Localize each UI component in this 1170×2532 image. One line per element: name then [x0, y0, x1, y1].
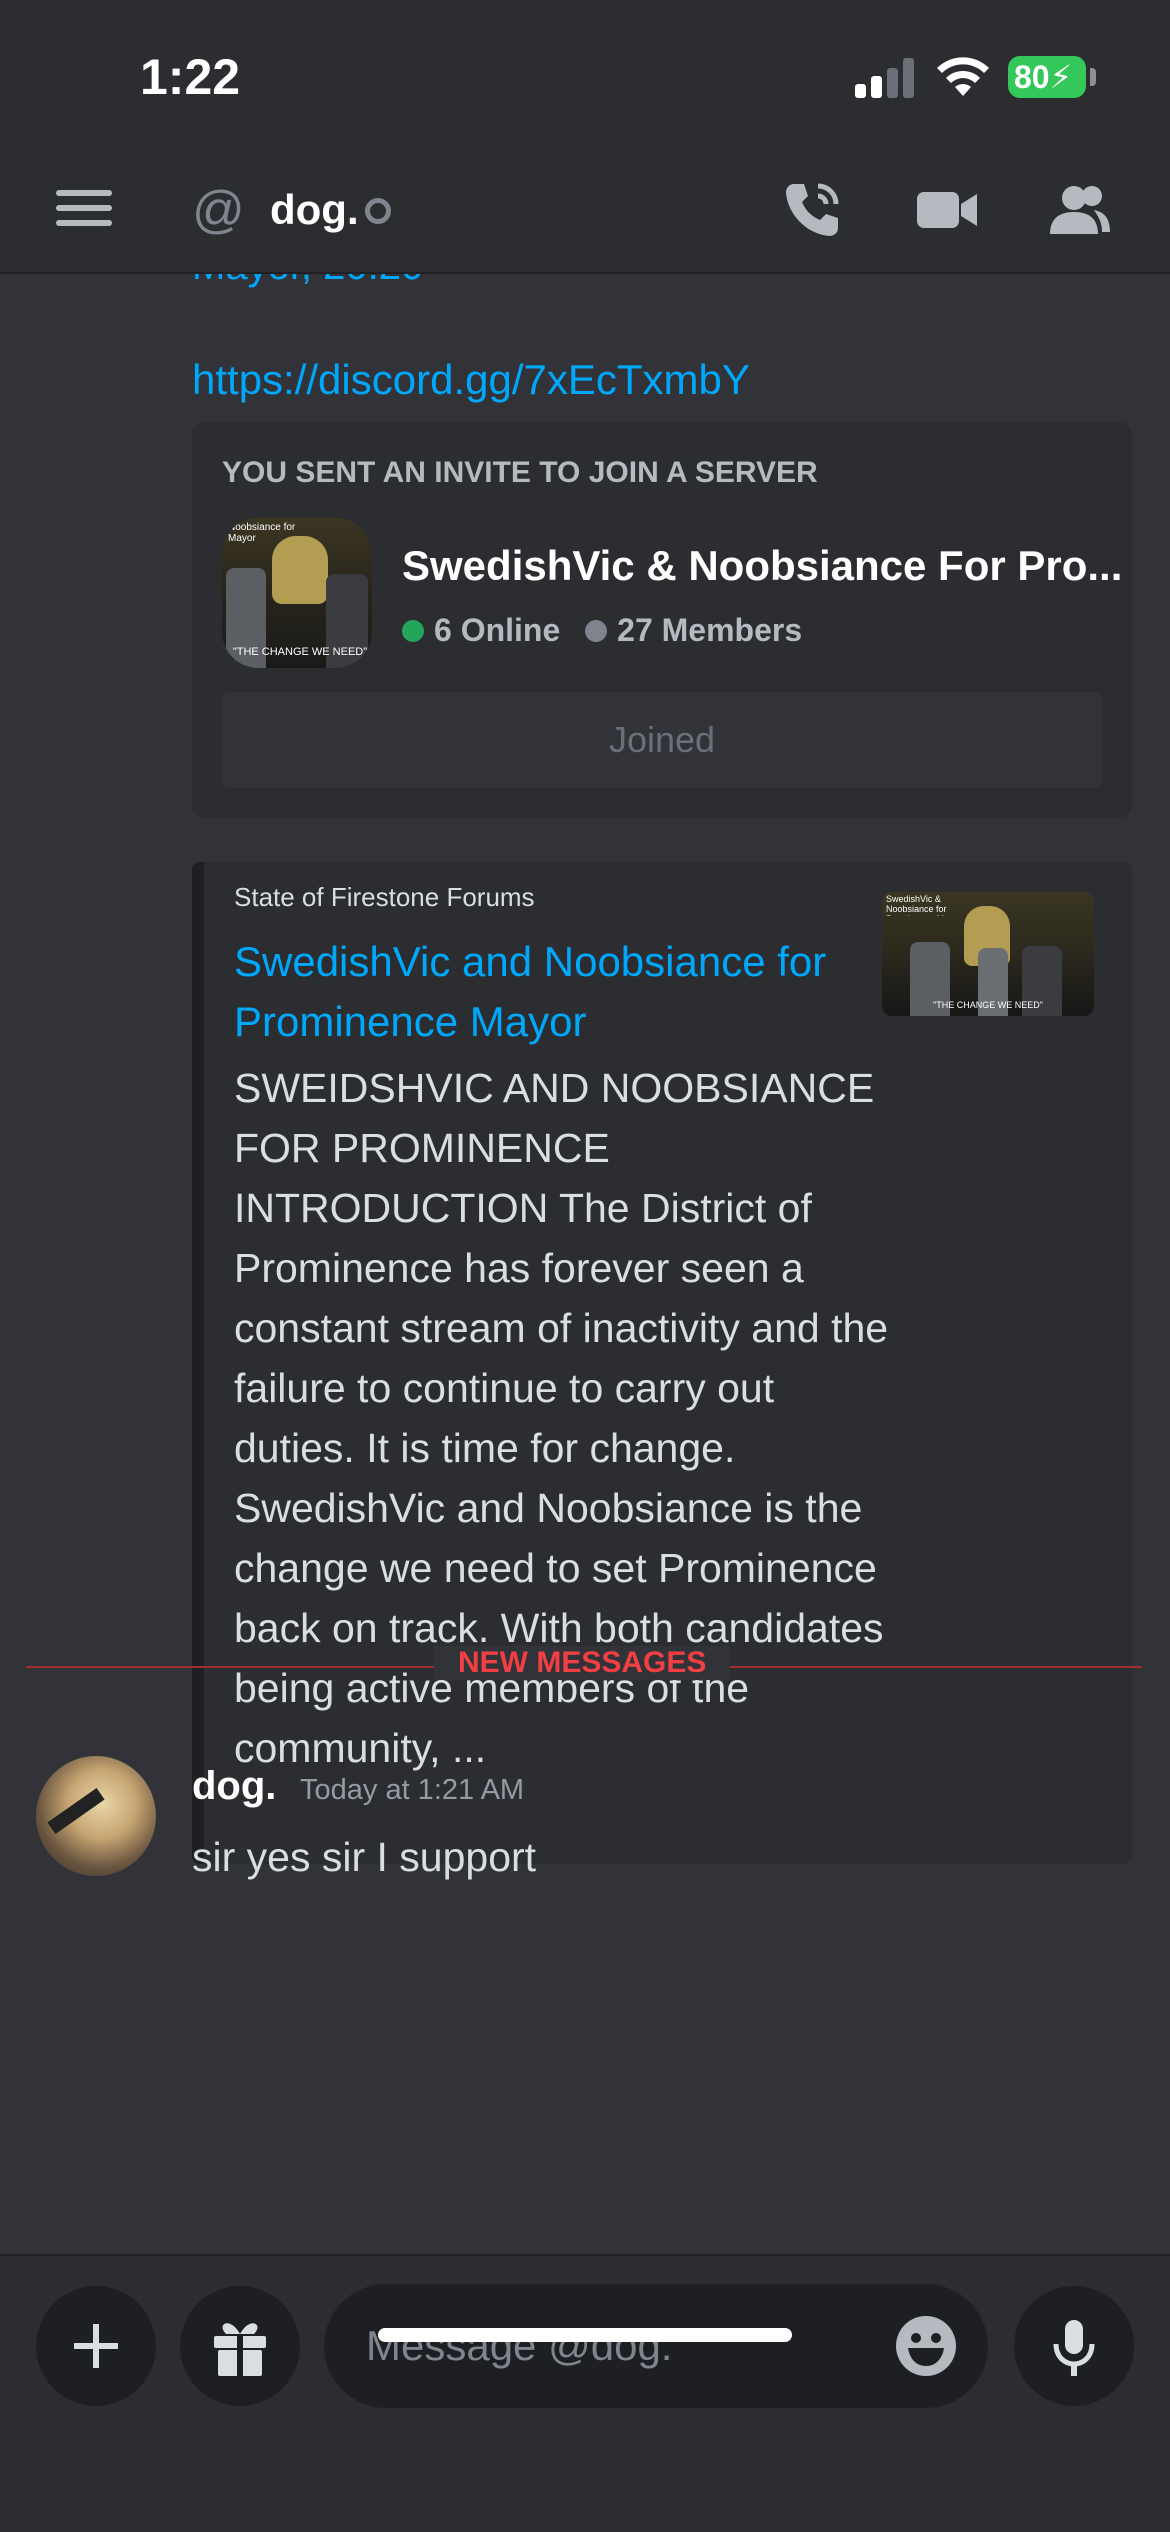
plus-icon: [74, 2324, 118, 2368]
add-attachment-button[interactable]: [36, 2286, 156, 2406]
embed-thumbnail[interactable]: SwedishVic & Noobsiance for Prominence M…: [882, 892, 1094, 1016]
member-count: 27 Members: [617, 612, 803, 648]
message-author[interactable]: dog.: [192, 1764, 276, 1809]
invite-heading: YOU SENT AN INVITE TO JOIN A SERVER: [222, 456, 818, 489]
signal-icon: [855, 58, 915, 98]
thumbnail-caption: "THE CHANGE WE NEED": [933, 1000, 1043, 1010]
presence-indicator: [365, 198, 391, 224]
avatar[interactable]: [36, 1756, 156, 1876]
server-stats: 6 Online 27 Members: [402, 612, 802, 649]
clipped-link-text: Mayor, 20:20: [192, 274, 423, 289]
gift-button[interactable]: [180, 2286, 300, 2406]
online-count: 6 Online: [434, 612, 561, 648]
server-icon-emblem: [272, 536, 328, 604]
microphone-icon: [1053, 2320, 1095, 2376]
message-input[interactable]: Message @dog.: [324, 2284, 988, 2408]
voice-message-button[interactable]: [1014, 2286, 1134, 2406]
status-bar: 1:22 80⚡: [0, 0, 1170, 150]
invite-link[interactable]: https://discord.gg/7xEcTxmbY: [192, 356, 750, 404]
channel-header: @ dog.: [0, 150, 1170, 274]
embed-provider: State of Firestone Forums: [234, 882, 535, 912]
message-timestamp: Today at 1:21 AM: [300, 1774, 525, 1806]
message-list[interactable]: Mayor, 20:20 https://discord.gg/7xEcTxmb…: [0, 274, 1170, 2254]
battery-cap: [1090, 68, 1096, 86]
server-name[interactable]: SwedishVic & Noobsiance For Pro...: [402, 542, 1122, 590]
new-messages-label: NEW MESSAGES: [434, 1646, 731, 1680]
server-icon-caption: "THE CHANGE WE NEED": [232, 646, 368, 658]
avatar-accessory: [47, 1788, 105, 1834]
joined-button[interactable]: Joined: [222, 692, 1102, 788]
battery-icon: 80⚡: [1008, 56, 1086, 98]
members-dot: [585, 619, 608, 642]
at-icon: @: [192, 181, 245, 239]
voice-call-icon[interactable]: [780, 178, 844, 242]
server-invite-card: YOU SENT AN INVITE TO JOIN A SERVER Noob…: [192, 422, 1132, 818]
status-time: 1:22: [140, 49, 241, 105]
online-dot: [402, 619, 424, 642]
wifi-icon: [937, 57, 989, 96]
battery-level: 80: [1014, 59, 1050, 95]
link-embed: State of Firestone Forums SwedishVic and…: [192, 862, 1132, 1864]
dm-name[interactable]: dog.: [270, 186, 359, 234]
embed-title[interactable]: SwedishVic and Noobsiance for Prominence…: [234, 932, 894, 1052]
emoji-icon[interactable]: [894, 2314, 958, 2378]
video-call-icon[interactable]: [915, 178, 979, 242]
message-content: sir yes sir I support: [192, 1834, 537, 1880]
menu-icon[interactable]: [56, 186, 112, 230]
message-composer: Message @dog.: [0, 2254, 1170, 2532]
gift-icon: [214, 2323, 266, 2376]
server-icon[interactable]: Noobsiance for Mayor "THE CHANGE WE NEED…: [222, 518, 372, 668]
member-list-icon[interactable]: [1048, 178, 1112, 242]
home-indicator[interactable]: [378, 2328, 792, 2342]
